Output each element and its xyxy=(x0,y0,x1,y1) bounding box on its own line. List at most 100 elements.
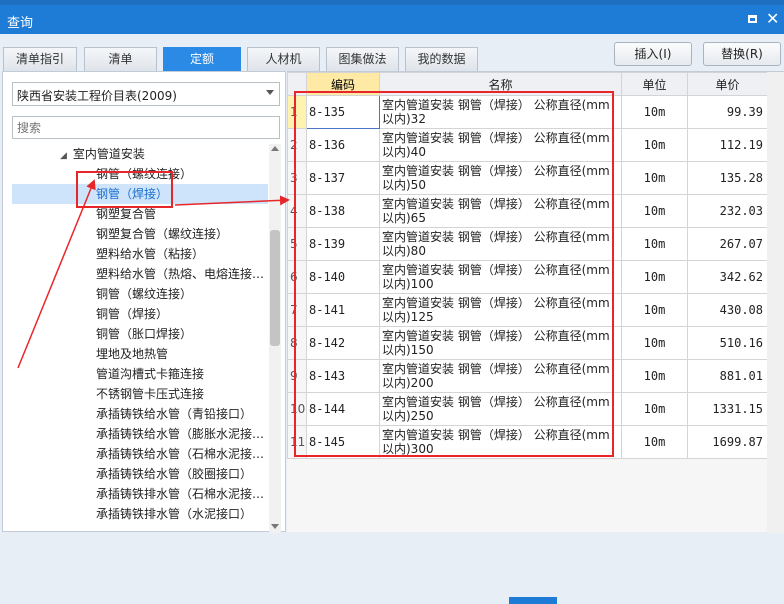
tab-bill-guide[interactable]: 清单指引 xyxy=(3,47,77,71)
cell-price[interactable]: 99.39 xyxy=(687,95,768,129)
cell-name[interactable]: 室内管道安装 钢管（焊接） 公称直径(mm以内)32 xyxy=(379,95,622,129)
cell-code[interactable]: 8-139 xyxy=(306,227,380,261)
cell-price[interactable]: 881.01 xyxy=(687,359,768,393)
header-name[interactable]: 名称 xyxy=(379,72,622,96)
cell-unit[interactable]: 10m xyxy=(621,326,688,360)
tree-node-parent[interactable]: ◢ 室内管道安装 xyxy=(12,144,268,164)
cell-code[interactable]: 8-144 xyxy=(306,392,380,426)
cell-name[interactable]: 室内管道安装 钢管（焊接） 公称直径(mm以内)100 xyxy=(379,260,622,294)
cell-code[interactable]: 8-138 xyxy=(306,194,380,228)
insert-button[interactable]: 插入(I) xyxy=(614,42,692,66)
cell-price[interactable]: 510.16 xyxy=(687,326,768,360)
cell-code[interactable]: 8-137 xyxy=(306,161,380,195)
cell-name[interactable]: 室内管道安装 钢管（焊接） 公称直径(mm以内)50 xyxy=(379,161,622,195)
cell-name[interactable]: 室内管道安装 钢管（焊接） 公称直径(mm以内)40 xyxy=(379,128,622,162)
table-row[interactable]: 9 8-143 室内管道安装 钢管（焊接） 公称直径(mm以内)200 10m 881.… xyxy=(287,359,768,393)
cell-price[interactable]: 1699.87 xyxy=(687,425,768,459)
library-select[interactable]: 陕西省安装工程价目表(2009) xyxy=(12,82,280,106)
cell-price[interactable]: 267.07 xyxy=(687,227,768,261)
tree-item[interactable]: 承插铸铁排水管（石棉水泥接… xyxy=(12,484,268,504)
tree-item[interactable]: 承插铸铁排水管（水泥接口） xyxy=(12,504,268,524)
tab-my-data[interactable]: 我的数据 xyxy=(405,47,478,71)
cell-unit[interactable]: 10m xyxy=(621,293,688,327)
cell-unit[interactable]: 10m xyxy=(621,128,688,162)
tree-item[interactable]: 塑料给水管（热熔、电熔连接… xyxy=(12,264,268,284)
cell-unit[interactable]: 10m xyxy=(621,227,688,261)
cell-unit[interactable]: 10m xyxy=(621,260,688,294)
tab-bill[interactable]: 清单 xyxy=(84,47,157,71)
cell-code[interactable]: 8-136 xyxy=(306,128,380,162)
cell-name[interactable]: 室内管道安装 钢管（焊接） 公称直径(mm以内)125 xyxy=(379,293,622,327)
cell-name[interactable]: 室内管道安装 钢管（焊接） 公称直径(mm以内)80 xyxy=(379,227,622,261)
horizontal-scroll-thumb[interactable] xyxy=(509,597,557,604)
cell-unit[interactable]: 10m xyxy=(621,359,688,393)
close-icon[interactable]: ✕ xyxy=(766,9,779,29)
tree-item[interactable]: 铜管（胀口焊接） xyxy=(12,324,268,344)
cell-code[interactable]: 8-145 xyxy=(306,425,380,459)
scroll-thumb[interactable] xyxy=(270,230,280,346)
table-row[interactable]: 2 8-136 室内管道安装 钢管（焊接） 公称直径(mm以内)40 10m 112.1… xyxy=(287,128,768,162)
cell-code[interactable]: 8-135 xyxy=(306,95,380,129)
tree-item[interactable]: 铜管（螺纹连接） xyxy=(12,284,268,304)
header-price[interactable]: 单价 xyxy=(687,72,768,96)
cell-code[interactable]: 8-142 xyxy=(306,326,380,360)
tree-item[interactable]: 承插铸铁给水管（石棉水泥接… xyxy=(12,444,268,464)
table-row[interactable]: 4 8-138 室内管道安装 钢管（焊接） 公称直径(mm以内)65 10m 232.0… xyxy=(287,194,768,228)
cell-unit[interactable]: 10m xyxy=(621,194,688,228)
cell-name[interactable]: 室内管道安装 钢管（焊接） 公称直径(mm以内)300 xyxy=(379,425,622,459)
tree-item[interactable]: 管道沟槽式卡箍连接 xyxy=(12,364,268,384)
results-panel: 编码 名称 单位 单价 1 8-135 室内管道安装 钢管（焊接） 公称直径(mm以… xyxy=(287,71,784,604)
search-input[interactable] xyxy=(12,116,280,139)
cell-unit[interactable]: 10m xyxy=(621,392,688,426)
tree-item[interactable]: 承插铸铁给水管（青铅接口） xyxy=(12,404,268,424)
tab-labor-material[interactable]: 人材机 xyxy=(247,47,320,71)
cell-code[interactable]: 8-141 xyxy=(306,293,380,327)
replace-button[interactable]: 替换(R) xyxy=(703,42,781,66)
tree-scrollbar[interactable] xyxy=(269,144,281,533)
cell-unit[interactable]: 10m xyxy=(621,161,688,195)
cell-unit[interactable]: 10m xyxy=(621,425,688,459)
tab-atlas-method[interactable]: 图集做法 xyxy=(326,47,399,71)
cell-price[interactable]: 430.08 xyxy=(687,293,768,327)
scroll-down-icon[interactable] xyxy=(271,524,279,529)
tree-item[interactable]: 塑料给水管（粘接） xyxy=(12,244,268,264)
tree-item[interactable]: 钢管（螺纹连接） xyxy=(12,164,268,184)
cell-price[interactable]: 135.28 xyxy=(687,161,768,195)
tree-item[interactable]: 钢塑复合管（螺纹连接） xyxy=(12,224,268,244)
scroll-up-icon[interactable] xyxy=(271,146,279,151)
tree-item[interactable]: 埋地及地热管 xyxy=(12,344,268,364)
table-scrollbar[interactable] xyxy=(767,72,784,533)
tree-item[interactable]: 铜管（焊接） xyxy=(12,304,268,324)
tree-item[interactable]: 钢塑复合管 xyxy=(12,204,268,224)
cell-code[interactable]: 8-140 xyxy=(306,260,380,294)
cell-price[interactable]: 1331.15 xyxy=(687,392,768,426)
cell-code[interactable]: 8-143 xyxy=(306,359,380,393)
header-unit[interactable]: 单位 xyxy=(621,72,688,96)
header-code[interactable]: 编码 xyxy=(306,72,380,96)
cell-price[interactable]: 232.03 xyxy=(687,194,768,228)
tree-item-selected[interactable]: 钢管（焊接） xyxy=(12,184,268,204)
cell-name[interactable]: 室内管道安装 钢管（焊接） 公称直径(mm以内)250 xyxy=(379,392,622,426)
cell-price[interactable]: 112.19 xyxy=(687,128,768,162)
left-panel: 陕西省安装工程价目表(2009) ◢室内管道安装 钢管（螺纹连接） 钢管（焊接）… xyxy=(2,71,286,533)
collapse-caret-icon[interactable]: ◢ xyxy=(60,146,67,164)
tree-item[interactable]: 不锈钢管卡压式连接 xyxy=(12,384,268,404)
table-row[interactable]: 3 8-137 室内管道安装 钢管（焊接） 公称直径(mm以内)50 10m 135.2… xyxy=(287,161,768,195)
tab-quota[interactable]: 定额 xyxy=(163,47,241,71)
table-row[interactable]: 6 8-140 室内管道安装 钢管（焊接） 公称直径(mm以内)100 10m 342.… xyxy=(287,260,768,294)
cell-name[interactable]: 室内管道安装 钢管（焊接） 公称直径(mm以内)150 xyxy=(379,326,622,360)
cell-price[interactable]: 342.62 xyxy=(687,260,768,294)
results-table: 编码 名称 单位 单价 1 8-135 室内管道安装 钢管（焊接） 公称直径(mm以… xyxy=(287,72,768,459)
table-row[interactable]: 5 8-139 室内管道安装 钢管（焊接） 公称直径(mm以内)80 10m 267.0… xyxy=(287,227,768,261)
cell-unit[interactable]: 10m xyxy=(621,95,688,129)
restore-icon[interactable] xyxy=(748,15,757,23)
tree-item[interactable]: 承插铸铁给水管（胶圈接口） xyxy=(12,464,268,484)
table-row[interactable]: 7 8-141 室内管道安装 钢管（焊接） 公称直径(mm以内)125 10m 430.… xyxy=(287,293,768,327)
table-row[interactable]: 8 8-142 室内管道安装 钢管（焊接） 公称直径(mm以内)150 10m 510.… xyxy=(287,326,768,360)
cell-name[interactable]: 室内管道安装 钢管（焊接） 公称直径(mm以内)65 xyxy=(379,194,622,228)
table-row[interactable]: 1 8-135 室内管道安装 钢管（焊接） 公称直径(mm以内)32 10m 99.39 xyxy=(287,95,768,129)
table-row[interactable]: 11 8-145 室内管道安装 钢管（焊接） 公称直径(mm以内)300 10m 169… xyxy=(287,425,768,459)
cell-name[interactable]: 室内管道安装 钢管（焊接） 公称直径(mm以内)200 xyxy=(379,359,622,393)
table-row[interactable]: 10 8-144 室内管道安装 钢管（焊接） 公称直径(mm以内)250 10m 133… xyxy=(287,392,768,426)
tree-item[interactable]: 承插铸铁给水管（膨胀水泥接… xyxy=(12,424,268,444)
